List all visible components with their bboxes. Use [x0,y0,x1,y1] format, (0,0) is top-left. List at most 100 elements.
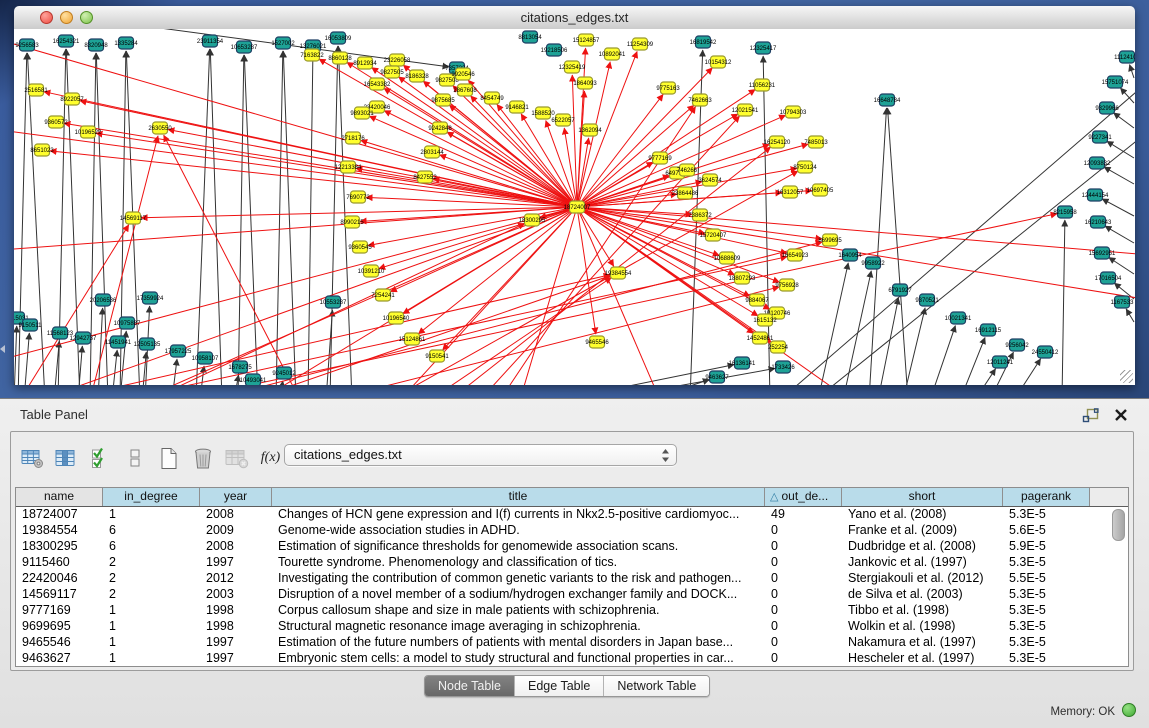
graph-node-label: 18724007 [564,205,591,211]
table-mode-button[interactable] [19,444,46,472]
graph-node-label: 1640954 [838,253,862,259]
splitter-handle-icon[interactable] [0,345,5,353]
table-row[interactable]: 1830029562008Estimation of significance … [16,539,1128,555]
graph-edge[interactable] [276,51,283,385]
delete-column-button[interactable] [189,444,216,472]
create-column-button[interactable] [155,444,182,472]
graph-edge[interactable] [60,275,610,385]
citation-network-graph[interactable]: 1872400792565831625432183209481335284239… [14,29,1135,385]
tab-edge-table[interactable]: Edge Table [514,676,603,696]
graph-node-label: 8651023 [30,148,54,154]
column-header-label: name [44,489,74,503]
network-canvas[interactable]: 1872400792565831625432183209481335284239… [14,29,1135,385]
table-row[interactable]: 1938455462009Genome-wide association stu… [16,523,1128,539]
graph-node-label: 16053809 [325,36,352,42]
column-header-short[interactable]: short [842,488,1003,506]
vertical-scrollbar[interactable] [1112,509,1125,541]
graph-edge[interactable] [238,55,244,385]
graph-edge[interactable] [1113,113,1134,128]
graph-edge[interactable] [1105,226,1134,243]
close-window-button[interactable] [40,11,53,24]
graph-edge[interactable] [930,326,955,385]
show-columns-button[interactable] [53,444,80,472]
graph-edge[interactable] [330,287,779,385]
graph-edge[interactable] [120,257,787,385]
table-row[interactable]: 977716911998Corpus callosum shape and si… [16,603,1128,619]
zoom-window-button[interactable] [80,11,93,24]
table-row[interactable]: 946362711997Embryonic stem cells: a mode… [16,651,1128,667]
graph-edge[interactable] [520,207,577,385]
graph-edge[interactable] [480,116,740,385]
delete-table-button[interactable] [223,444,250,472]
graph-edge[interactable] [283,51,296,385]
select-columns-button[interactable] [87,444,114,472]
table-row[interactable]: 1872400712008Changes of HCN gene express… [16,507,1128,523]
tab-node-table[interactable]: Node Table [425,676,514,696]
column-header-in_degree[interactable]: in_degree [103,488,200,506]
graph-edge[interactable] [14,130,577,207]
close-panel-button[interactable] [1110,406,1132,424]
table-chooser-dropdown[interactable]: citations_edges.txt [284,444,677,466]
graph-edge[interactable] [308,54,313,385]
graph-node-label: 15751074 [1102,80,1129,86]
show-columns-icon [55,448,78,469]
graph-edge[interactable] [960,337,985,385]
graph-edge[interactable] [14,207,577,250]
table-row[interactable]: 2242004622012Investigating the contribut… [16,571,1128,587]
column-header-year[interactable]: year [200,488,272,506]
graph-edge[interactable] [1102,199,1134,216]
graph-edge[interactable] [577,68,712,207]
graph-edge[interactable] [64,123,577,207]
table-row[interactable]: 946554611997Estimation of the future num… [16,635,1128,651]
graph-edge[interactable] [975,369,996,385]
table-row[interactable]: 1456911722003Disruption of a novel membe… [16,587,1128,603]
network-window-titlebar[interactable]: citations_edges.txt [14,6,1135,30]
graph-edge[interactable] [1130,65,1134,78]
graph-node-label: 12444154 [1082,193,1109,199]
graph-edge[interactable] [843,271,871,385]
table-cell-year: 1998 [200,603,272,619]
graph-node-label: 16254321 [53,39,80,45]
float-panel-button[interactable] [1080,406,1102,424]
function-builder-button[interactable]: f(x) [257,444,284,472]
column-header-pagerank[interactable]: pagerank [1003,488,1090,506]
graph-edge[interactable] [210,49,222,385]
graph-edge[interactable] [112,350,117,385]
graph-edge[interactable] [1107,141,1134,158]
graph-edge[interactable] [250,276,610,385]
graph-edge[interactable] [244,55,258,385]
graph-edge[interactable] [50,151,577,207]
graph-edge[interactable] [818,263,848,385]
graph-edge[interactable] [869,108,887,385]
graph-edge[interactable] [780,80,1135,385]
graph-edge[interactable] [1104,167,1134,184]
graph-edge[interactable] [196,49,210,385]
graph-edge[interactable] [260,207,577,385]
graph-edge[interactable] [80,101,577,207]
graph-edge[interactable] [1126,309,1134,322]
graph-edge[interactable] [18,53,27,385]
graph-node-label: 7163822 [300,53,324,59]
graph-edge[interactable] [172,359,177,385]
graph-edge[interactable] [98,308,103,385]
tab-network-table[interactable]: Network Table [603,676,709,696]
table-row[interactable]: 911546021997Tourette syndrome. Phenomeno… [16,555,1128,571]
graph-node-label: 17016504 [1095,276,1122,282]
graph-edge[interactable] [1014,359,1041,385]
minimize-window-button[interactable] [60,11,73,24]
window-resize-grip-icon[interactable] [1120,370,1133,383]
row-height-button[interactable] [121,444,148,472]
column-header-title[interactable]: title [272,488,765,506]
graph-edge[interactable] [572,75,577,207]
memory-status-indicator[interactable] [1122,703,1136,717]
graph-edge[interactable] [27,53,45,385]
graph-edge[interactable] [24,333,29,385]
graph-edge[interactable] [1062,220,1065,385]
graph-edge[interactable] [600,368,775,385]
table-row[interactable]: 969969511998Structural magnetic resonanc… [16,619,1128,635]
column-header-out_de[interactable]: △out_de... [765,488,842,506]
graph-node-label: 2803144 [420,150,444,156]
graph-edge[interactable] [815,130,1135,385]
column-header-name[interactable]: name [16,488,103,506]
graph-edge[interactable] [14,207,577,360]
